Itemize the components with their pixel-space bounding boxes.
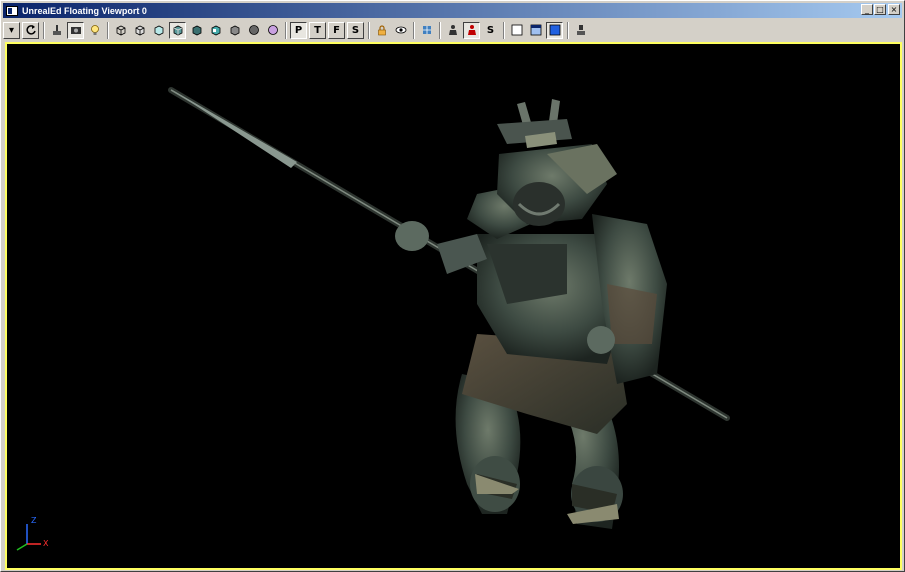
scene-render [16, 87, 730, 551]
window-controls: _ □ × [860, 4, 900, 15]
light-icon [90, 25, 99, 35]
refresh-icon [25, 25, 36, 35]
close-button[interactable]: × [888, 4, 900, 15]
actor-button[interactable] [48, 22, 65, 39]
bsp-icon [135, 25, 144, 36]
polys-button[interactable] [226, 22, 243, 39]
camera-icon [70, 27, 81, 34]
actor-mode-button[interactable] [444, 22, 461, 39]
actor-icon [52, 25, 61, 35]
textured-button[interactable] [169, 21, 186, 39]
front-view-button[interactable]: F [328, 21, 345, 39]
toolbar-separator [413, 21, 415, 39]
special-button[interactable] [264, 22, 281, 39]
polys-icon [230, 25, 239, 36]
brush-icon [422, 26, 431, 34]
toolbar-separator [107, 21, 109, 39]
depth-icon [248, 25, 259, 35]
layout-split-icon [530, 24, 541, 36]
eye-button[interactable] [392, 22, 409, 39]
perspective-button[interactable]: P [290, 21, 307, 39]
top-view-button[interactable]: T [309, 21, 326, 39]
lighting-button[interactable] [188, 22, 205, 39]
actor-selected-button[interactable] [463, 21, 480, 39]
lock-icon [377, 25, 386, 36]
lighting-icon [192, 25, 201, 36]
unlit-icon [154, 25, 163, 36]
sphere-icon [267, 25, 278, 35]
wireframe-icon [116, 25, 125, 36]
wireframe-button[interactable] [112, 22, 129, 39]
samurai-model [168, 87, 730, 529]
minimize-button[interactable]: _ [861, 4, 873, 15]
layout-quad-button[interactable] [546, 21, 563, 39]
axis-z-label: Z [31, 516, 37, 525]
textured-icon [173, 25, 182, 36]
unlit-button[interactable] [150, 22, 167, 39]
statue-icon [576, 25, 585, 35]
maximize-button[interactable]: □ [874, 4, 886, 15]
layout-split-button[interactable] [527, 22, 544, 39]
actor-selected-icon [467, 25, 476, 35]
axis-x-label: X [43, 539, 49, 548]
toolbar-separator [503, 21, 505, 39]
viewport-window: UnrealEd Floating Viewport 0 _ □ × ▾ P T… [0, 0, 905, 572]
eye-icon [395, 26, 406, 34]
refresh-button[interactable] [22, 21, 39, 39]
toolbar-separator [439, 21, 441, 39]
lock-button[interactable] [373, 22, 390, 39]
camera-button[interactable] [67, 21, 84, 39]
layout-quad-icon [549, 24, 560, 36]
viewport-menu-button[interactable]: ▾ [3, 21, 20, 39]
depth-button[interactable] [245, 22, 262, 39]
zone-icon [211, 25, 220, 36]
viewport-toolbar: ▾ P T F S S [3, 19, 902, 41]
window-icon [6, 5, 18, 16]
3d-viewport[interactable]: Z X [5, 42, 902, 570]
toolbar-separator [43, 21, 45, 39]
layout-single-button[interactable] [508, 22, 525, 39]
s-button[interactable]: S [482, 22, 499, 39]
statue-button[interactable] [572, 22, 589, 39]
light-button[interactable] [86, 22, 103, 39]
actor-mode-icon [448, 25, 457, 35]
axis-gizmo [16, 524, 41, 551]
title-bar[interactable]: UnrealEd Floating Viewport 0 _ □ × [3, 3, 902, 18]
layout-single-icon [511, 24, 522, 36]
zone-button[interactable] [207, 22, 224, 39]
toolbar-separator [368, 21, 370, 39]
window-title: UnrealEd Floating Viewport 0 [22, 5, 147, 16]
viewport-menu-icon: ▾ [8, 24, 15, 36]
brush-button[interactable] [418, 22, 435, 39]
bsp-button[interactable] [131, 22, 148, 39]
toolbar-separator [567, 21, 569, 39]
toolbar-separator [285, 21, 287, 39]
side-view-button[interactable]: S [347, 21, 364, 39]
